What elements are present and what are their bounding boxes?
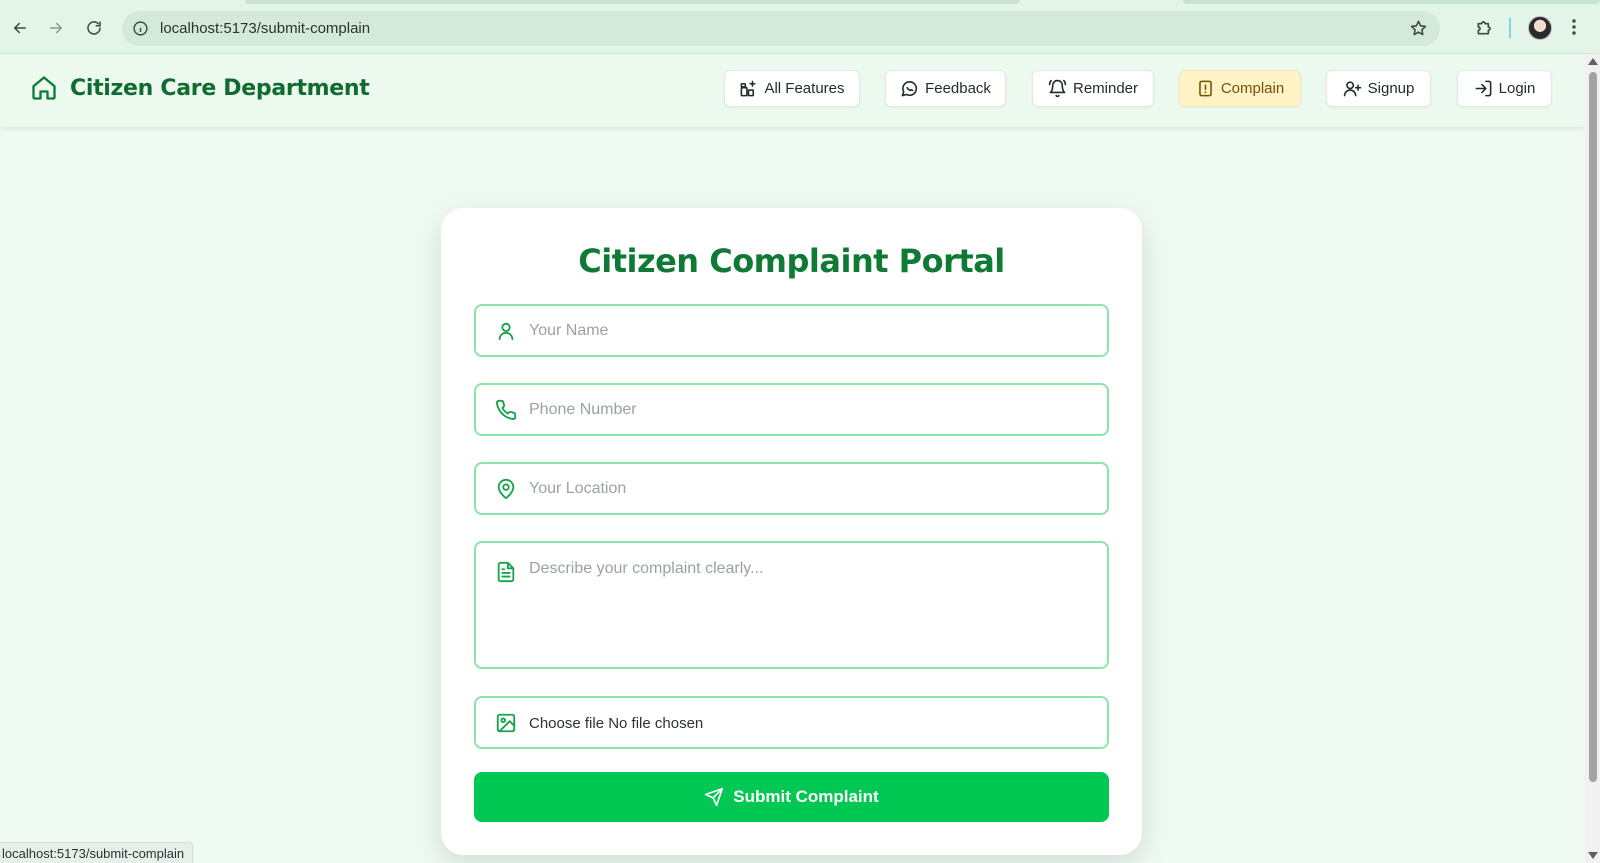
nav-label: Feedback xyxy=(925,80,991,97)
kebab-menu-icon xyxy=(1572,19,1576,35)
file-chooser-text[interactable]: Choose file No file chosen xyxy=(529,715,703,732)
nav-login[interactable]: Login xyxy=(1457,70,1552,107)
browser-menu-button[interactable] xyxy=(1566,14,1582,40)
nav-label: All Features xyxy=(764,80,845,97)
scroll-up-arrow[interactable] xyxy=(1588,58,1598,65)
toolbar-divider xyxy=(1509,18,1511,38)
description-placeholder: Describe your complaint clearly... xyxy=(529,560,764,577)
send-icon xyxy=(705,787,724,807)
file-upload-field[interactable]: Choose file No file chosen xyxy=(474,696,1109,749)
address-url: localhost:5173/submit-complain xyxy=(160,20,371,37)
profile-avatar[interactable] xyxy=(1528,16,1552,40)
site-info-icon[interactable] xyxy=(132,20,149,37)
nav-signup[interactable]: Signup xyxy=(1326,70,1431,107)
status-bar-url: localhost:5173/submit-complain xyxy=(0,842,194,863)
brand[interactable]: Citizen Care Department xyxy=(30,74,370,102)
page-title: Citizen Complaint Portal xyxy=(578,242,1005,280)
puzzle-icon xyxy=(1477,21,1491,35)
app-header: Citizen Care Department All Features Fee… xyxy=(0,54,1585,127)
page-scrollbar[interactable] xyxy=(1585,54,1600,863)
inactive-tab-edge xyxy=(1183,0,1600,4)
reload-button[interactable] xyxy=(80,14,108,42)
name-field[interactable]: Your Name xyxy=(474,304,1109,357)
log-in-icon xyxy=(1475,80,1492,97)
message-circle-icon xyxy=(901,81,918,97)
alert-file-icon xyxy=(1198,80,1212,97)
forward-button[interactable] xyxy=(42,14,70,42)
phone-icon xyxy=(496,399,517,420)
phone-placeholder: Phone Number xyxy=(529,401,637,418)
back-button[interactable] xyxy=(6,14,34,42)
map-pin-icon xyxy=(497,478,515,500)
nav-label: Signup xyxy=(1367,80,1415,97)
nav-feedback[interactable]: Feedback xyxy=(885,70,1006,107)
bell-ring-icon xyxy=(1048,79,1067,98)
arrow-left-icon xyxy=(13,22,26,34)
phone-field[interactable]: Phone Number xyxy=(474,383,1109,436)
description-textarea[interactable]: Describe your complaint clearly... xyxy=(474,541,1109,669)
brand-title: Citizen Care Department xyxy=(70,75,370,101)
active-tab-edge xyxy=(245,0,1020,4)
address-bar[interactable]: localhost:5173/submit-complain xyxy=(122,11,1440,46)
nav-complain[interactable]: Complain xyxy=(1179,70,1301,107)
user-plus-icon xyxy=(1343,81,1361,97)
grid-plus-icon xyxy=(741,80,757,97)
submit-complaint-button[interactable]: Submit Complaint xyxy=(474,772,1109,822)
location-placeholder: Your Location xyxy=(529,480,627,497)
reload-icon xyxy=(87,21,101,35)
nav-label: Reminder xyxy=(1072,80,1139,97)
file-text-icon xyxy=(497,561,515,583)
user-icon xyxy=(498,322,514,341)
complaint-card: Citizen Complaint Portal Your Name Phone… xyxy=(441,208,1142,855)
submit-label: Submit Complaint xyxy=(733,787,879,806)
extensions-button[interactable] xyxy=(1472,14,1498,40)
nav-reminder[interactable]: Reminder xyxy=(1032,70,1154,107)
arrow-right-icon xyxy=(50,22,63,34)
location-field[interactable]: Your Location xyxy=(474,462,1109,515)
nav-all-features[interactable]: All Features xyxy=(724,70,860,107)
image-icon xyxy=(496,713,516,733)
bookmark-star-icon[interactable] xyxy=(1409,19,1428,38)
scroll-thumb[interactable] xyxy=(1589,72,1597,782)
browser-toolbar: localhost:5173/submit-complain xyxy=(0,0,1600,54)
scroll-down-arrow[interactable] xyxy=(1588,852,1598,859)
home-icon xyxy=(32,76,56,100)
nav-label: Complain xyxy=(1220,80,1285,97)
name-placeholder: Your Name xyxy=(529,322,609,339)
nav-label: Login xyxy=(1498,80,1536,97)
